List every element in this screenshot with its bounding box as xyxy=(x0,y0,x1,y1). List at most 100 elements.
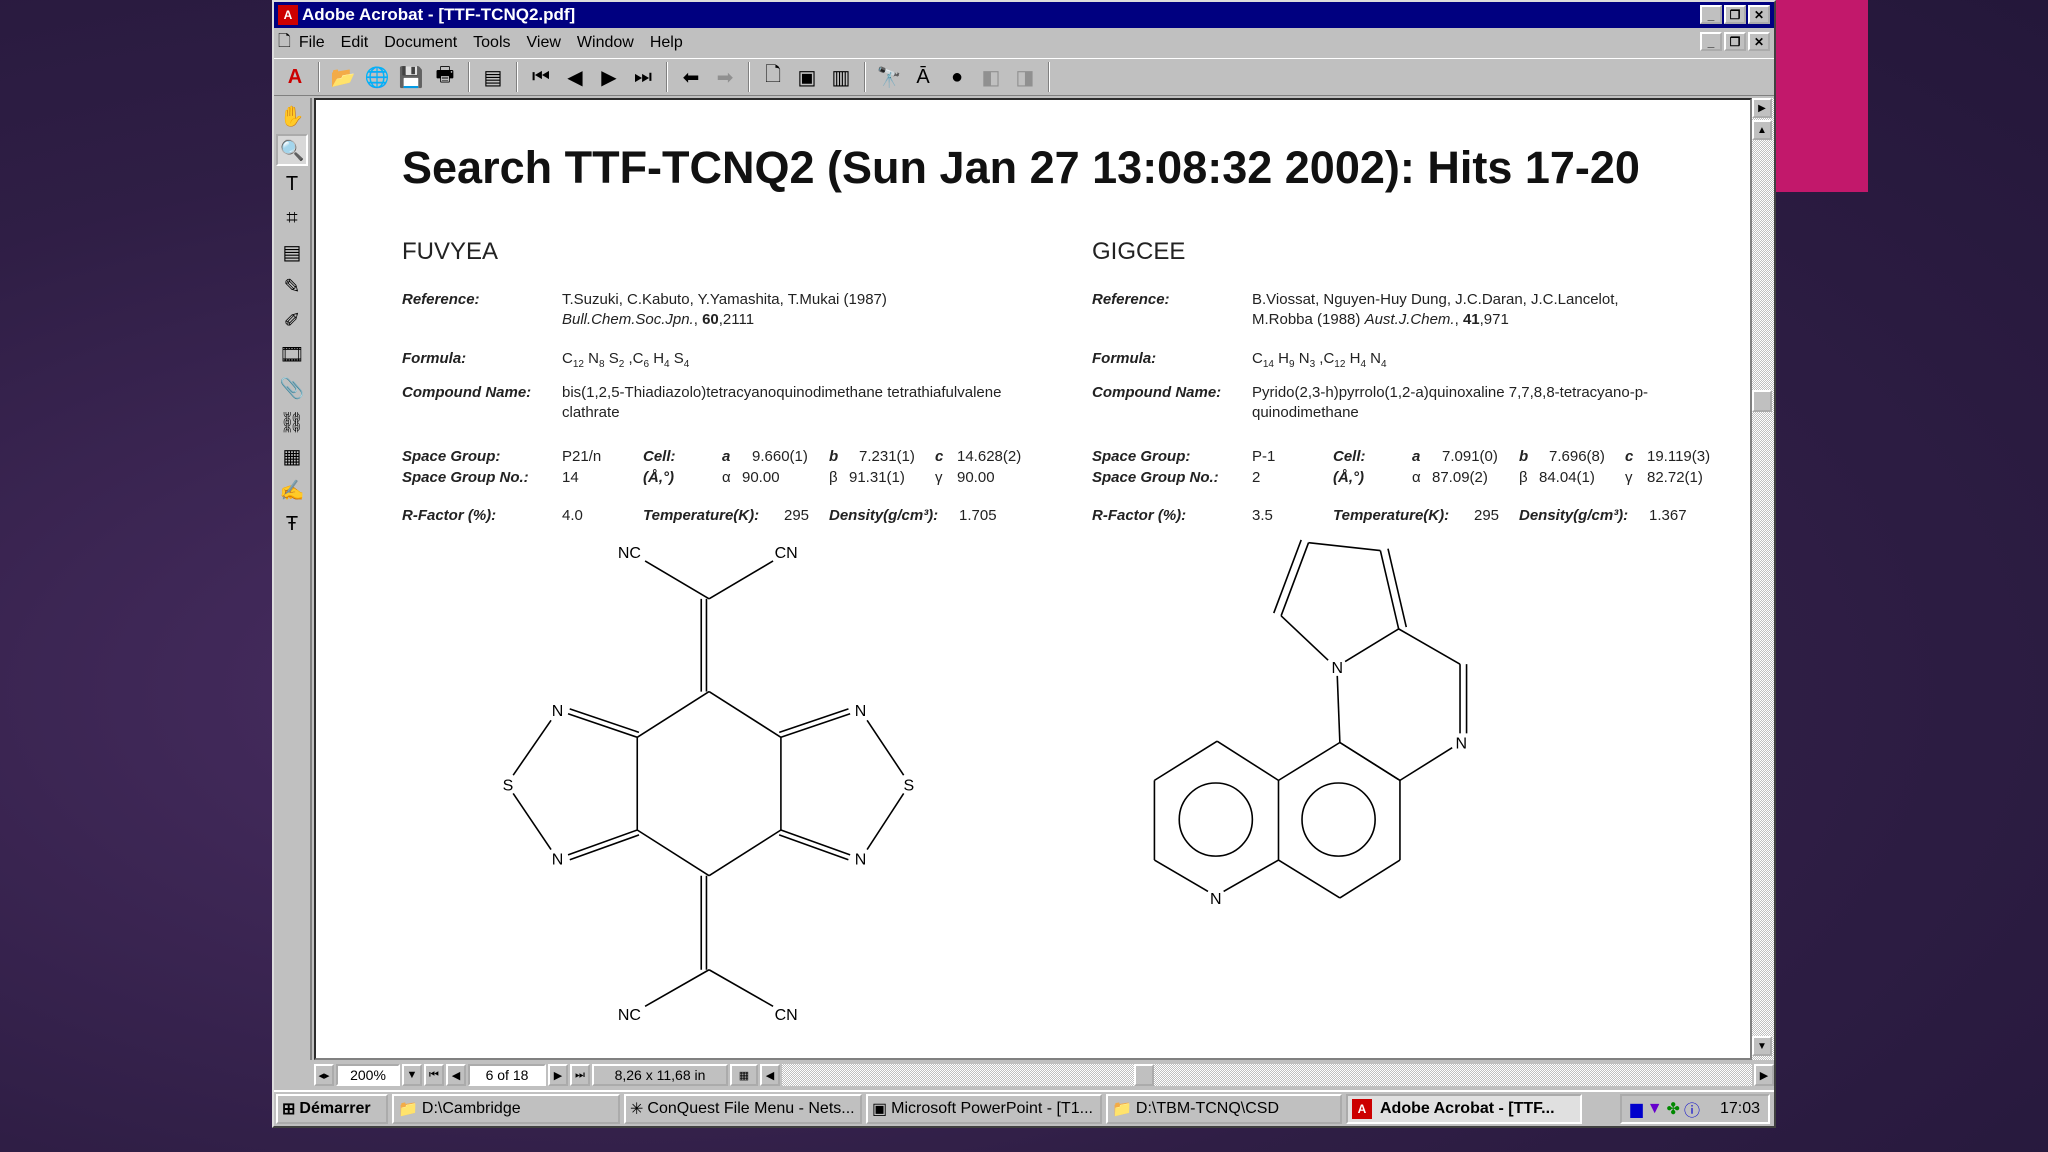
attach-tool-icon[interactable]: 📎 xyxy=(276,372,308,404)
bond xyxy=(1223,859,1279,893)
minimize-button[interactable]: _ xyxy=(1700,5,1722,24)
page-layout-icon[interactable]: ▦ xyxy=(730,1064,758,1086)
zoom-field[interactable]: 200% xyxy=(336,1064,400,1086)
bookmarks-icon[interactable]: ▤ xyxy=(478,62,508,92)
print-icon[interactable]: 🖶 xyxy=(430,62,460,92)
fit-page-icon[interactable]: ▣ xyxy=(792,62,822,92)
ring-bond xyxy=(1339,859,1401,899)
stamp-tool-icon[interactable]: ✍ xyxy=(276,474,308,506)
previous-page-icon[interactable]: ◀ xyxy=(560,62,590,92)
next-page-button[interactable]: ▶ xyxy=(548,1064,568,1086)
task-cambridge[interactable]: 📁 D:\Cambridge xyxy=(392,1094,620,1124)
atom-n: N xyxy=(855,852,867,869)
tray-v-icon[interactable]: ▼ xyxy=(1647,1100,1663,1118)
scroll-left-icon[interactable]: ◀ xyxy=(760,1064,780,1086)
menu-file[interactable]: File xyxy=(299,34,325,52)
double-bond xyxy=(567,713,638,739)
bond xyxy=(512,719,552,776)
menu-window[interactable]: Window xyxy=(577,34,634,52)
task-tbm-tcnq[interactable]: 📁 D:\TBM-TCNQ\CSD xyxy=(1106,1094,1342,1124)
first-page-button[interactable]: ⏮ xyxy=(424,1064,444,1086)
window-title: Adobe Acrobat - [TTF-TCNQ2.pdf] xyxy=(302,5,576,24)
movie-tool-icon[interactable]: 🎞 xyxy=(276,338,308,370)
doc-minimize-button[interactable]: _ xyxy=(1700,32,1722,51)
atom-n: N xyxy=(1456,736,1468,753)
last-page-icon[interactable]: ⏭ xyxy=(628,62,658,92)
atom-s: S xyxy=(904,777,915,794)
restore-button[interactable]: ❐ xyxy=(1724,5,1746,24)
taskbar: ⊞ Démarrer 📁 D:\Cambridge ✳ ConQuest File M… xyxy=(274,1090,1774,1126)
open-icon[interactable]: 📂 xyxy=(328,62,358,92)
bond xyxy=(1344,628,1400,663)
search-next-icon[interactable]: ◨ xyxy=(1010,62,1040,92)
zoom-dropdown-icon[interactable]: ▼ xyxy=(402,1064,422,1086)
bond xyxy=(866,792,905,851)
pencil-tool-icon[interactable]: ✎ xyxy=(276,270,308,302)
bond xyxy=(866,719,905,776)
fit-width-icon[interactable]: ▥ xyxy=(826,62,856,92)
zoom-tool-icon[interactable]: 🔍 xyxy=(276,134,308,166)
task-acrobat[interactable]: A Adobe Acrobat - [TTF... xyxy=(1346,1094,1582,1124)
first-page-icon[interactable]: ⏮ xyxy=(526,62,556,92)
page-number-field[interactable]: 6 of 18 xyxy=(468,1064,546,1086)
actual-size-icon[interactable]: 🗋 xyxy=(758,62,788,92)
ring-bond xyxy=(1278,859,1341,899)
find-again-icon[interactable]: Ā xyxy=(908,62,938,92)
task-powerpoint[interactable]: ▣ Microsoft PowerPoint - [T1... xyxy=(866,1094,1102,1124)
go-forward-icon[interactable]: ➡ xyxy=(710,62,740,92)
menu-help[interactable]: Help xyxy=(650,34,683,52)
acrobat-icon: A xyxy=(1352,1099,1372,1119)
double-bond xyxy=(780,829,851,856)
double-bond xyxy=(567,829,638,856)
link-tool-icon[interactable]: ⛓ xyxy=(276,406,308,438)
next-page-icon[interactable]: ▶ xyxy=(594,62,624,92)
go-back-icon[interactable]: ⬅ xyxy=(676,62,706,92)
system-tray: ▆ ▼ ✤ ⓘ 17:03 xyxy=(1620,1094,1770,1124)
scroll-down-icon[interactable]: ▼ xyxy=(1752,1036,1772,1056)
scroll-right-icon[interactable]: ▶ xyxy=(1754,1064,1774,1086)
tray-puzzle-icon[interactable]: ✤ xyxy=(1667,1099,1680,1119)
prev-page-button[interactable]: ◀ xyxy=(446,1064,466,1086)
tray-info-icon[interactable]: ⓘ xyxy=(1684,1097,1700,1121)
close-button[interactable]: ✕ xyxy=(1748,5,1770,24)
search-previous-icon[interactable]: ◧ xyxy=(976,62,1006,92)
menu-edit[interactable]: Edit xyxy=(341,34,369,52)
scroll-page-up-icon[interactable]: ▶ xyxy=(1752,98,1772,118)
ring-bond xyxy=(1278,741,1341,782)
find-icon[interactable]: 🔭 xyxy=(874,62,904,92)
scroll-up-icon[interactable]: ▲ xyxy=(1752,120,1772,140)
aromatic-ring xyxy=(1178,782,1254,857)
atom-n: N xyxy=(1331,660,1343,677)
vertical-scroll-thumb[interactable] xyxy=(1752,390,1772,412)
ring-bond xyxy=(708,829,782,877)
touchup-text-tool-icon[interactable]: Ŧ xyxy=(276,508,308,540)
tray-network-icon[interactable]: ▆ xyxy=(1630,1099,1642,1119)
text-select-tool-icon[interactable]: T xyxy=(276,168,308,200)
task-conquest[interactable]: ✳ ConQuest File Menu - Nets... xyxy=(624,1094,862,1124)
form-tool-icon[interactable]: ▦ xyxy=(276,440,308,472)
horizontal-scroll-thumb[interactable] xyxy=(1134,1064,1154,1086)
hand-tool-icon[interactable]: ✋ xyxy=(276,100,308,132)
ring-bond xyxy=(708,690,782,738)
start-button[interactable]: ⊞ Démarrer xyxy=(276,1094,388,1124)
highlighter-tool-icon[interactable]: ✐ xyxy=(276,304,308,336)
menu-tools[interactable]: Tools xyxy=(473,34,510,52)
horizontal-scrollbar[interactable] xyxy=(782,1064,1752,1086)
double-bond xyxy=(569,708,640,734)
acrobat-window: A Adobe Acrobat - [TTF-TCNQ2.pdf] _ ❐ ✕ … xyxy=(272,0,1776,1128)
document-page[interactable]: Search TTF-TCNQ2 (Sun Jan 27 13:08:32 20… xyxy=(314,98,1752,1060)
split-handle-icon[interactable]: ◂▸ xyxy=(314,1064,334,1086)
doc-close-button[interactable]: ✕ xyxy=(1748,32,1770,51)
menu-view[interactable]: View xyxy=(527,34,561,52)
save-icon[interactable]: 💾 xyxy=(396,62,426,92)
atom-cn: CN xyxy=(775,1007,798,1024)
note-tool-icon[interactable]: ▤ xyxy=(276,236,308,268)
menu-document[interactable]: Document xyxy=(384,34,457,52)
open-web-icon[interactable]: 🌐 xyxy=(362,62,392,92)
vertical-scrollbar[interactable]: ▶ ▲ ▼ xyxy=(1752,98,1774,1060)
crop-tool-icon[interactable]: ⌗ xyxy=(276,202,308,234)
search-icon[interactable]: ● xyxy=(942,62,972,92)
last-page-button[interactable]: ⏭ xyxy=(570,1064,590,1086)
doc-restore-button[interactable]: ❐ xyxy=(1724,32,1746,51)
double-bond xyxy=(780,713,851,739)
